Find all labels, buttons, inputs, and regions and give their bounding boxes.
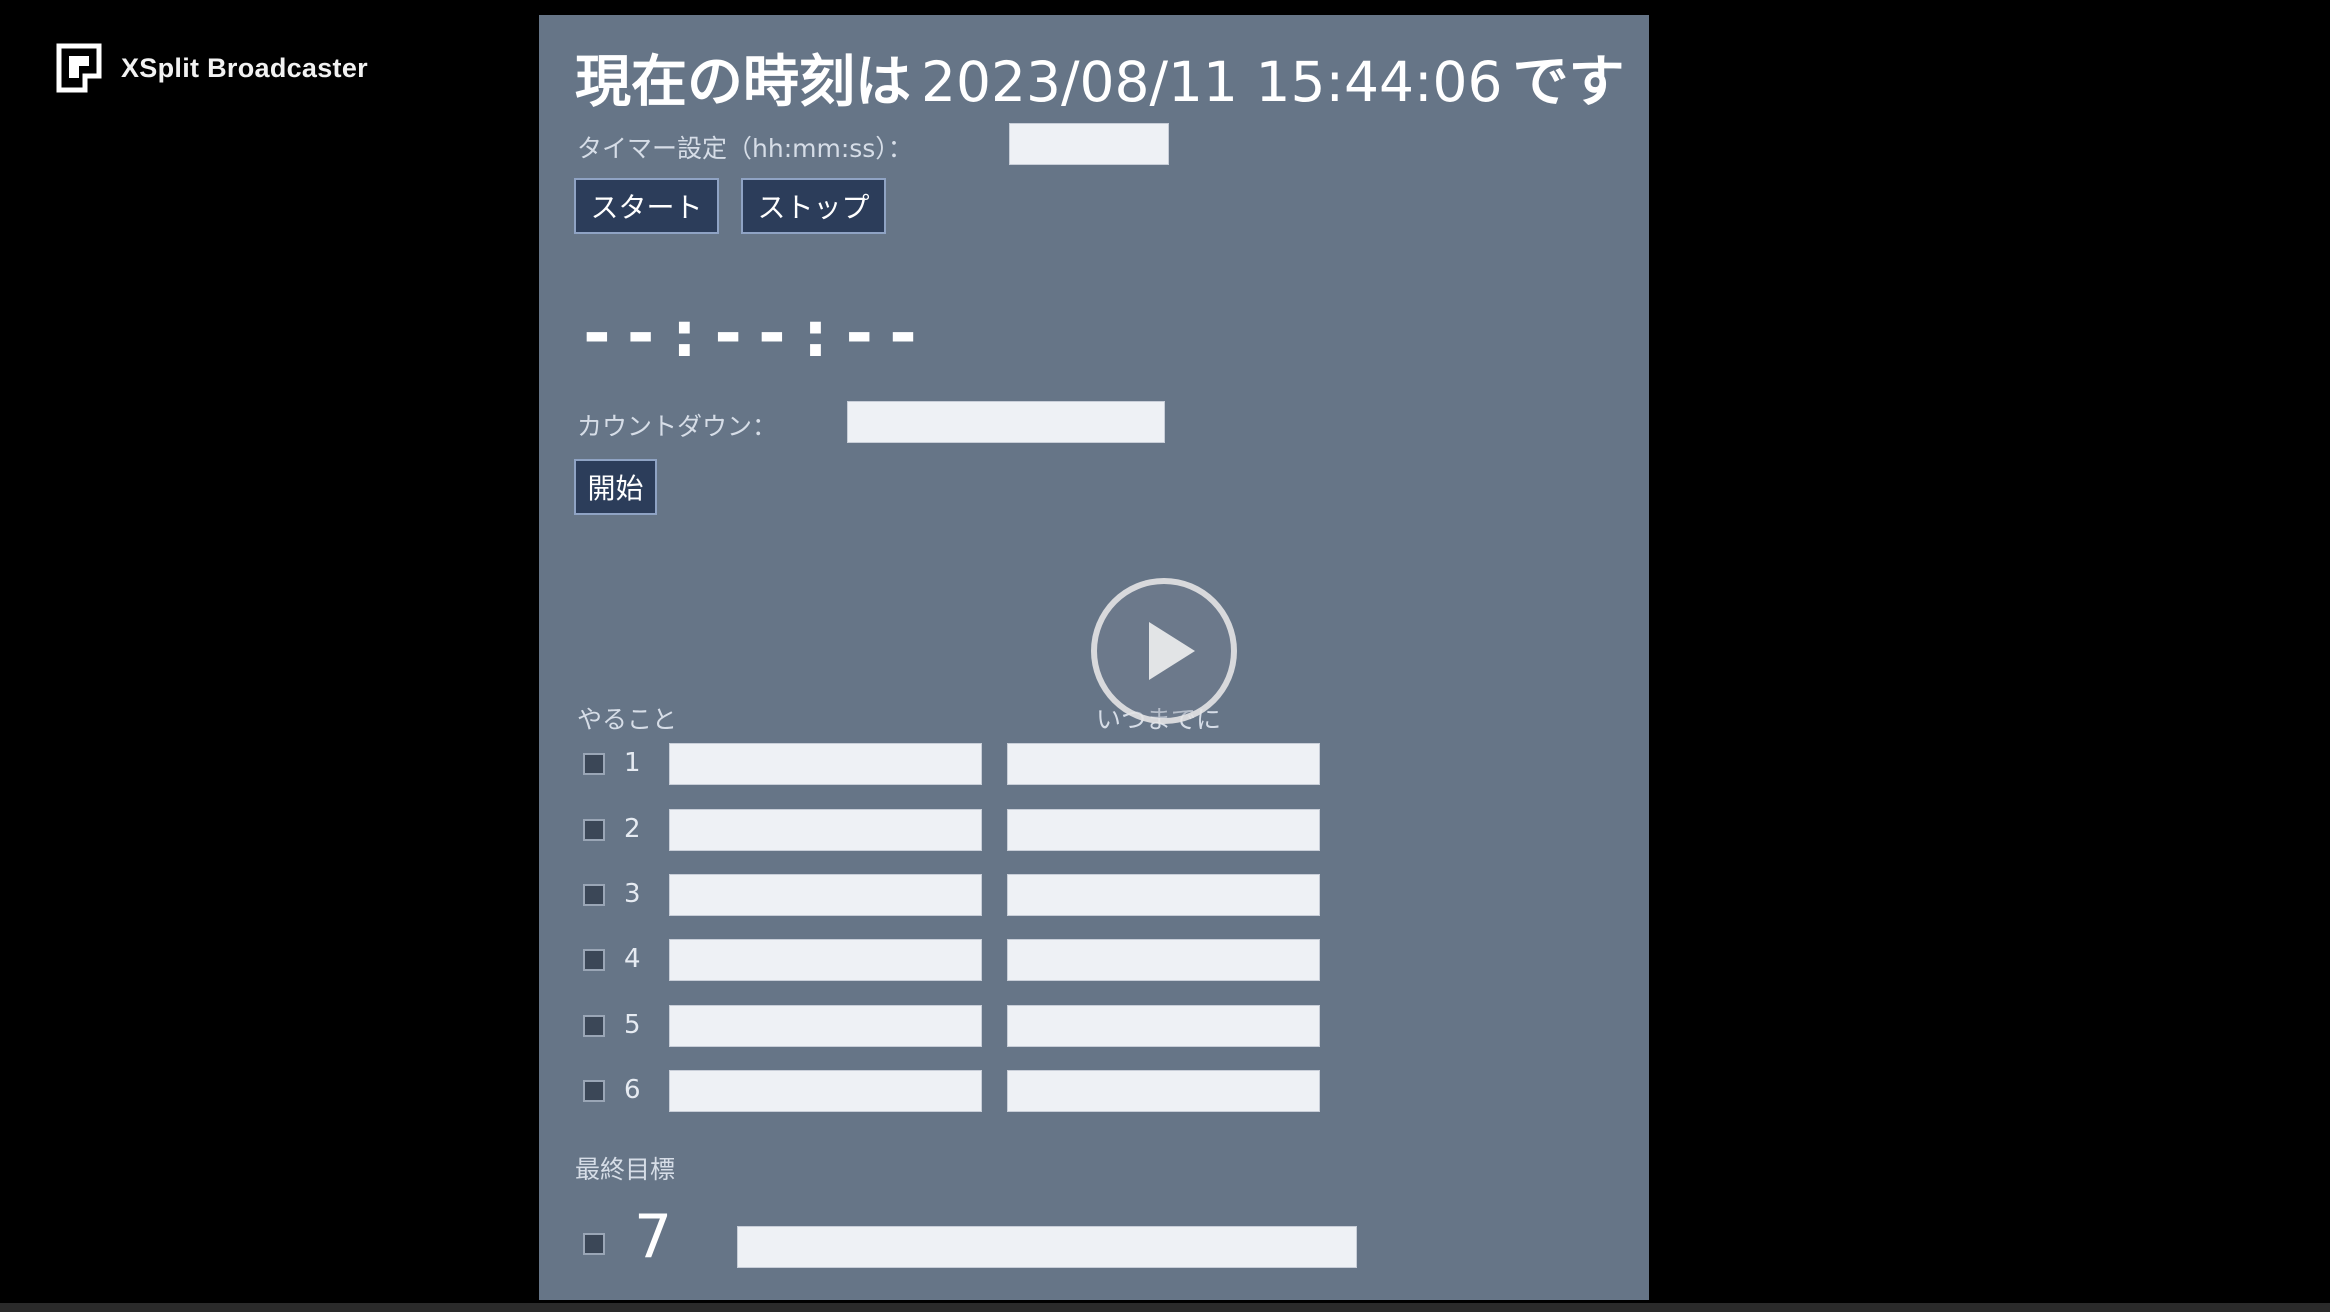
task-checkbox[interactable] bbox=[583, 819, 605, 841]
clock-suffix: です bbox=[1512, 50, 1625, 115]
task-number: 3 bbox=[624, 879, 641, 909]
todo-input[interactable] bbox=[669, 874, 982, 916]
todo-input[interactable] bbox=[669, 939, 982, 981]
stop-button[interactable]: ストップ bbox=[741, 178, 886, 234]
task-checkbox[interactable] bbox=[583, 884, 605, 906]
todo-input[interactable] bbox=[669, 809, 982, 851]
deadline-input[interactable] bbox=[1007, 743, 1320, 785]
watermark-text: XSplit Broadcaster bbox=[121, 52, 368, 83]
xsplit-logo-icon bbox=[55, 42, 107, 94]
timer-setting-label: タイマー設定（hh:mm:ss）： bbox=[577, 134, 913, 163]
deadline-input[interactable] bbox=[1007, 874, 1320, 916]
deadline-input[interactable] bbox=[1007, 809, 1320, 851]
deadline-input[interactable] bbox=[1007, 939, 1320, 981]
play-button[interactable] bbox=[1091, 578, 1237, 724]
current-time-heading: 現在の時刻は 2023/08/11 15:44:06 です bbox=[575, 37, 1625, 118]
clock-time: 2023/08/11 15:44:06 bbox=[921, 50, 1503, 114]
todo-input[interactable] bbox=[669, 1070, 982, 1112]
task-checkbox[interactable] bbox=[583, 753, 605, 775]
task-checkbox[interactable] bbox=[583, 1015, 605, 1037]
deadline-input[interactable] bbox=[1007, 1070, 1320, 1112]
countdown-input[interactable] bbox=[847, 401, 1165, 443]
todo-input[interactable] bbox=[669, 1005, 982, 1047]
timer-setting-input[interactable] bbox=[1009, 123, 1169, 165]
task-number: 6 bbox=[624, 1075, 641, 1105]
task-number: 1 bbox=[624, 748, 641, 778]
final-goal-input[interactable] bbox=[737, 1226, 1357, 1268]
countdown-start-button[interactable]: 開始 bbox=[574, 459, 657, 515]
player-progress-bar[interactable] bbox=[0, 1303, 2330, 1312]
goal-number: 7 bbox=[634, 1202, 673, 1272]
task-number: 4 bbox=[624, 944, 641, 974]
xsplit-watermark: XSplit Broadcaster bbox=[55, 42, 368, 94]
play-icon bbox=[1149, 622, 1195, 680]
task-checkbox[interactable] bbox=[583, 1080, 605, 1102]
goal-checkbox[interactable] bbox=[583, 1233, 605, 1255]
task-checkbox[interactable] bbox=[583, 949, 605, 971]
clock-prefix: 現在の時刻は bbox=[575, 50, 911, 115]
video-player[interactable]: XSplit Broadcaster 現在の時刻は 2023/08/11 15:4… bbox=[0, 0, 2330, 1312]
timer-display: --:--:-- bbox=[577, 295, 927, 372]
todo-input[interactable] bbox=[669, 743, 982, 785]
task-number: 2 bbox=[624, 814, 641, 844]
start-button[interactable]: スタート bbox=[574, 178, 719, 234]
deadline-input[interactable] bbox=[1007, 1005, 1320, 1047]
final-goal-label: 最終目標 bbox=[575, 1155, 676, 1184]
task-number: 5 bbox=[624, 1010, 641, 1040]
todo-header: やること bbox=[577, 705, 678, 734]
countdown-label: カウントダウン： bbox=[577, 412, 778, 441]
